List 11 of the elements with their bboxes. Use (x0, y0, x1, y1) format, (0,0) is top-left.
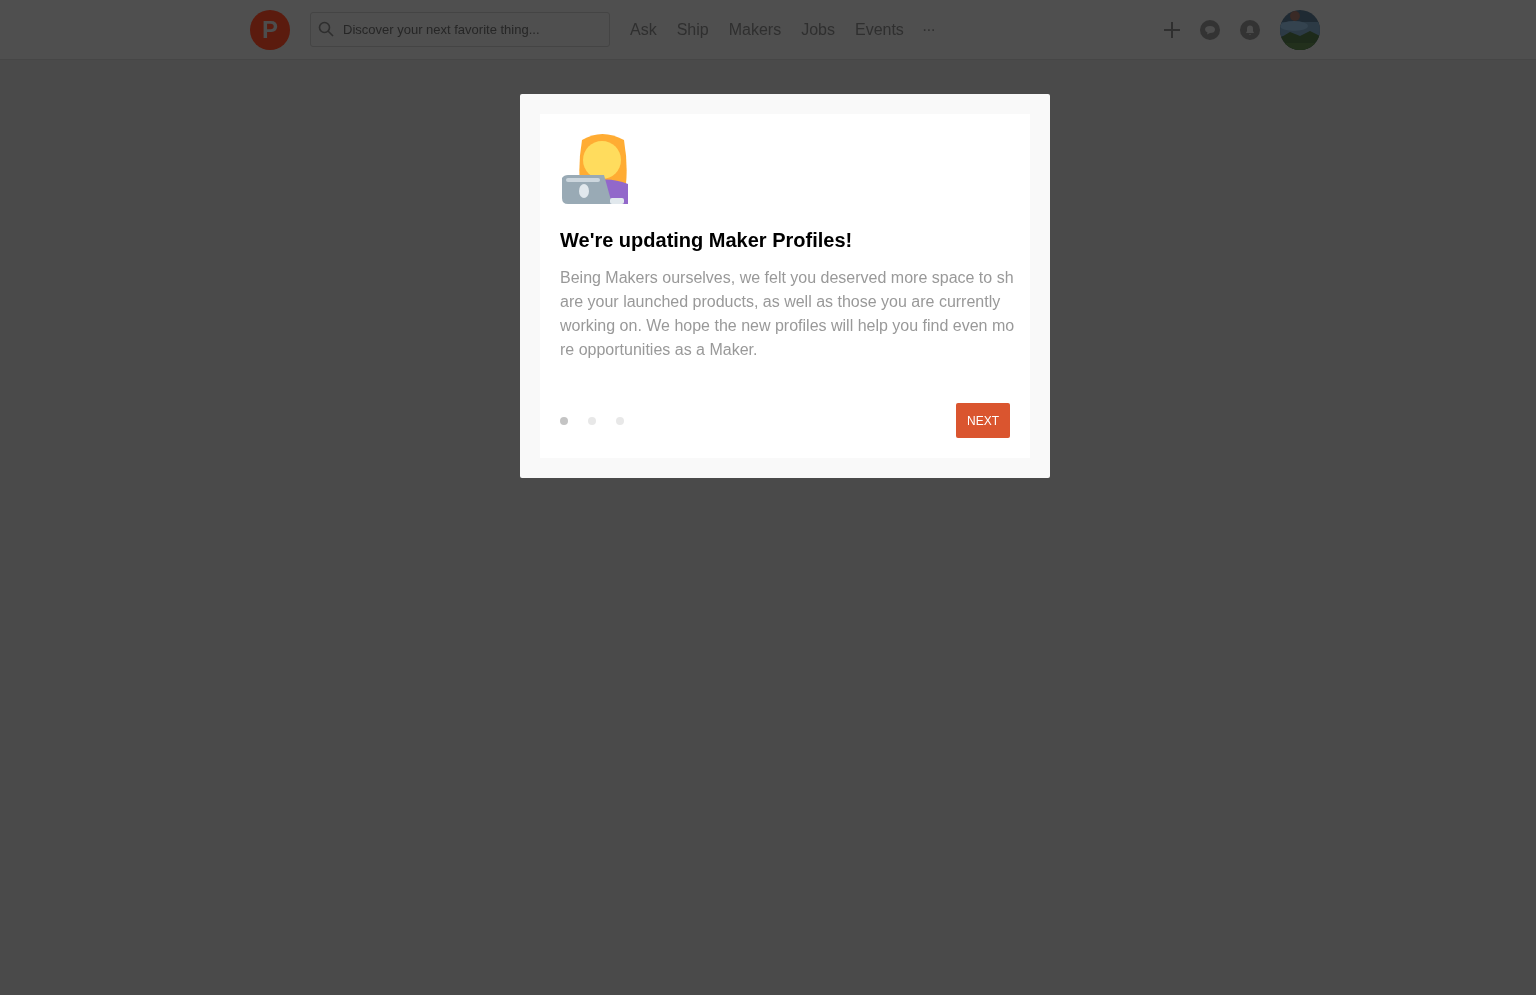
more-menu[interactable]: ··· (921, 20, 935, 39)
bell-icon[interactable] (1240, 19, 1260, 40)
dialog-text: Being Makers ourselves, we felt you deserved more space to share your launched products, as well as those you are currently working on. We hope the new profiles will help you find even more opportunities as a Maker. (560, 268, 1015, 360)
person-laptop-icon (560, 134, 628, 204)
dialog-title: We're updating Maker Profiles! (560, 228, 854, 252)
logo[interactable]: P (250, 9, 290, 50)
page-dot[interactable] (560, 416, 568, 425)
search-icon (318, 21, 334, 37)
next-button[interactable]: NEXT (956, 403, 1010, 438)
plus-icon[interactable] (1164, 21, 1180, 38)
chat-icon[interactable] (1200, 19, 1220, 40)
